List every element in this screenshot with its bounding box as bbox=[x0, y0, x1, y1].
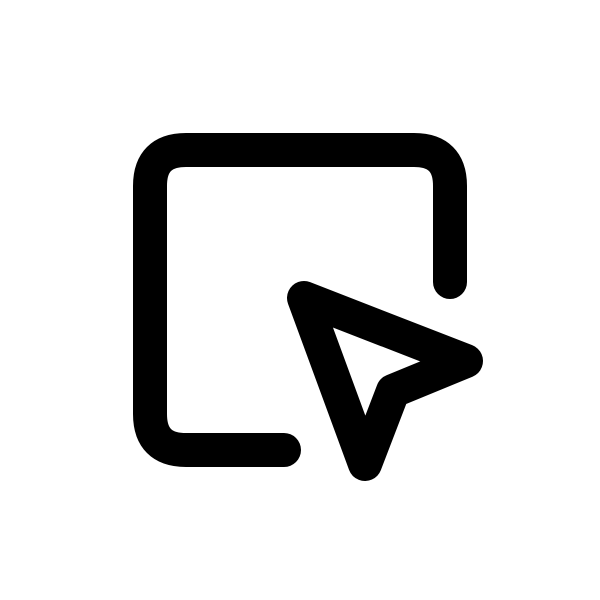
pointer-arrow-outline bbox=[287, 281, 483, 481]
icon-canvas bbox=[0, 0, 600, 600]
select-window-pointer-icon bbox=[133, 133, 483, 481]
